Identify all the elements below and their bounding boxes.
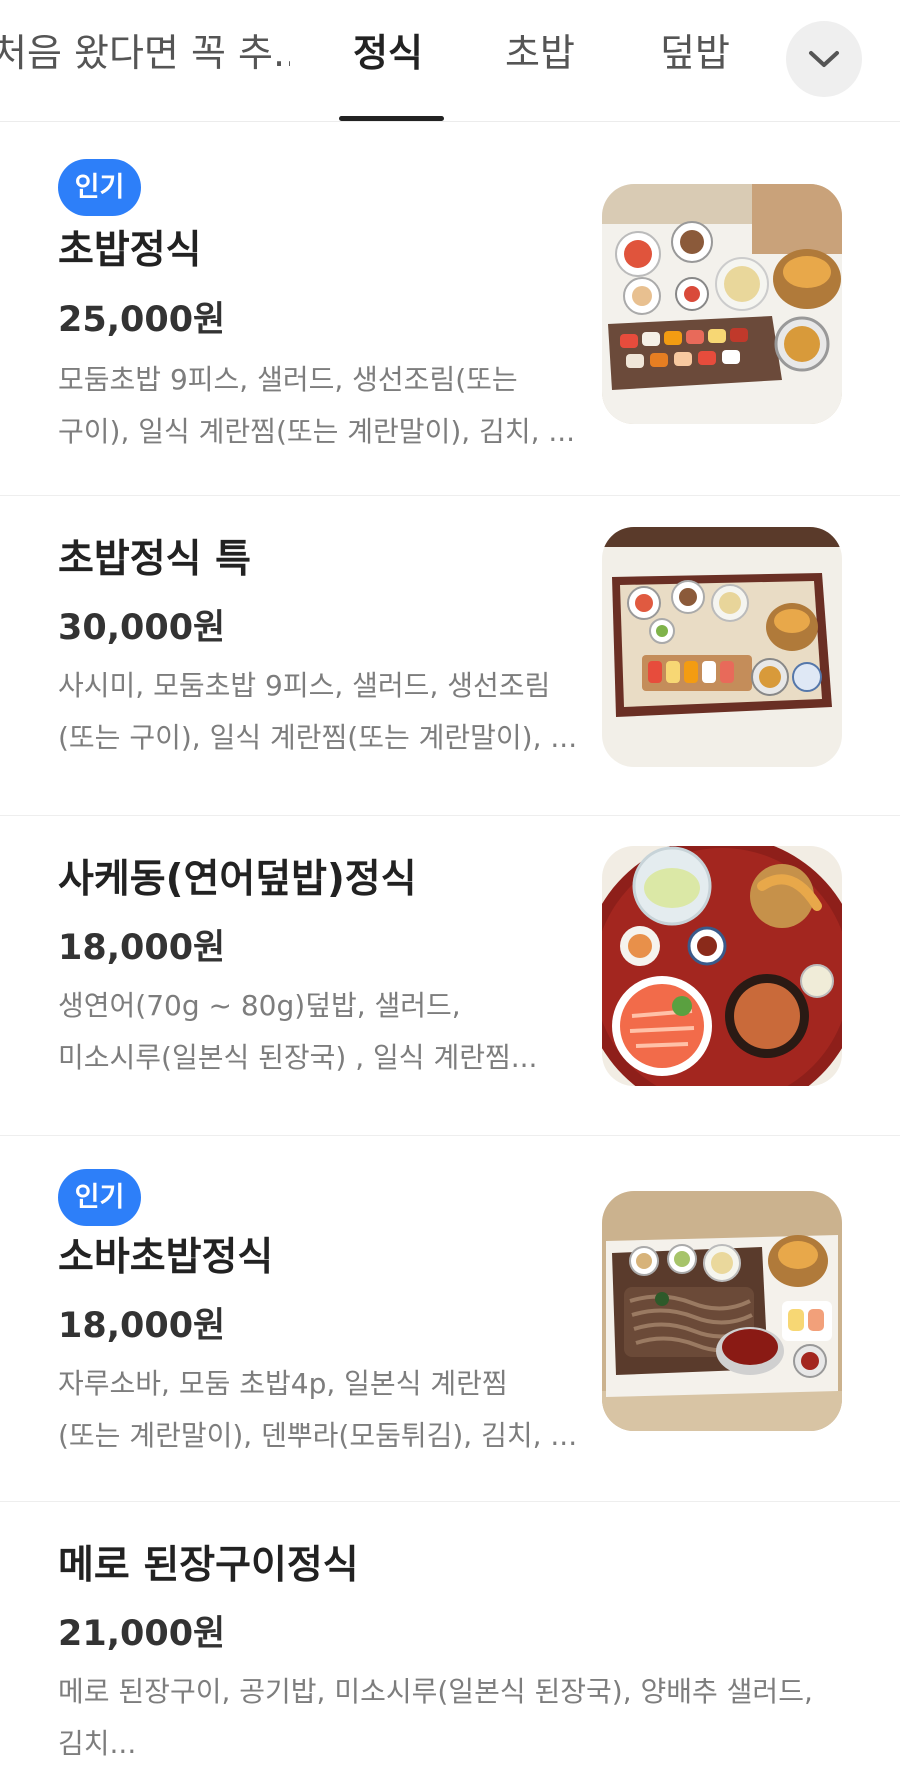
soba-sushi-set-photo	[602, 1191, 842, 1431]
menu-item[interactable]: 인기 소바초밥정식 18,000원 자루소바, 모둠 초밥4p, 일본식 계란찜…	[0, 1136, 900, 1502]
menu-item-description: 메로 된장구이, 공기밥, 미소시루(일본식 된장국), 양배추 샐러드, 김치…	[58, 1675, 813, 1760]
menu-item-photo[interactable]	[602, 184, 842, 424]
menu-item[interactable]: 초밥정식 특 30,000원 사시미, 모둠초밥 9피스, 샐러드, 생선조림 …	[0, 496, 900, 816]
menu-item-description: 모둠초밥 9피스, 샐러드, 생선조림(또는 구이), 일식 계란찜(또는 계란…	[58, 363, 576, 448]
menu-item-price: 25,000원	[58, 300, 226, 340]
tab-recommended[interactable]: 처음 왔다면 꼭 추...	[0, 28, 290, 88]
more-categories-button[interactable]	[786, 21, 862, 97]
salmon-bowl-set-photo	[602, 846, 842, 1086]
sushi-set-photo	[602, 184, 842, 424]
menu-item-name: 메로 된장구이정식	[58, 1543, 359, 1588]
menu-item[interactable]: 사케동(연어덮밥)정식 18,000원 생연어(70g ~ 80g)덮밥, 샐러…	[0, 816, 900, 1136]
tab-set-meal[interactable]: 정식	[353, 28, 423, 88]
menu-item-description: 생연어(70g ~ 80g)덮밥, 샐러드, 미소시루(일본식 된장국) , 일…	[58, 989, 538, 1074]
tab-rice-bowl[interactable]: 덮밥	[660, 28, 730, 88]
menu-item-name: 초밥정식 특	[58, 537, 251, 582]
menu-item-price: 18,000원	[58, 1306, 226, 1346]
menu-item-photo[interactable]	[602, 1191, 842, 1431]
popular-badge: 인기	[58, 159, 141, 216]
menu-item-price: 18,000원	[58, 928, 226, 968]
menu-item-description: 자루소바, 모둠 초밥4p, 일본식 계란찜 (또는 계란말이), 덴뿌라(모둠…	[58, 1367, 578, 1452]
active-tab-indicator	[339, 116, 444, 121]
chevron-down-icon	[809, 51, 839, 67]
special-sushi-set-photo	[602, 527, 842, 767]
menu-item-name: 초밥정식	[58, 228, 202, 273]
menu-item-name: 소바초밥정식	[58, 1235, 274, 1280]
menu-item-description: 사시미, 모둠초밥 9피스, 샐러드, 생선조림 (또는 구이), 일식 계란찜…	[58, 669, 578, 754]
menu-item-price: 21,000원	[58, 1614, 226, 1654]
menu-item-photo[interactable]	[602, 527, 842, 767]
menu-item-name: 사케동(연어덮밥)정식	[58, 857, 417, 902]
menu-item[interactable]: 인기 초밥정식 25,000원 모둠초밥 9피스, 샐러드, 생선조림(또는 구…	[0, 122, 900, 496]
category-tab-bar: 처음 왔다면 꼭 추... 정식 초밥 덮밥	[0, 0, 900, 122]
menu-page: 처음 왔다면 꼭 추... 정식 초밥 덮밥 인기 초밥정식 25,000원 모…	[0, 0, 900, 1773]
menu-item[interactable]: 메로 된장구이정식 21,000원 메로 된장구이, 공기밥, 미소시루(일본식…	[0, 1502, 900, 1773]
popular-badge: 인기	[58, 1169, 141, 1226]
tab-sushi[interactable]: 초밥	[505, 28, 575, 88]
menu-item-photo[interactable]	[602, 846, 842, 1086]
menu-item-price: 30,000원	[58, 608, 226, 648]
